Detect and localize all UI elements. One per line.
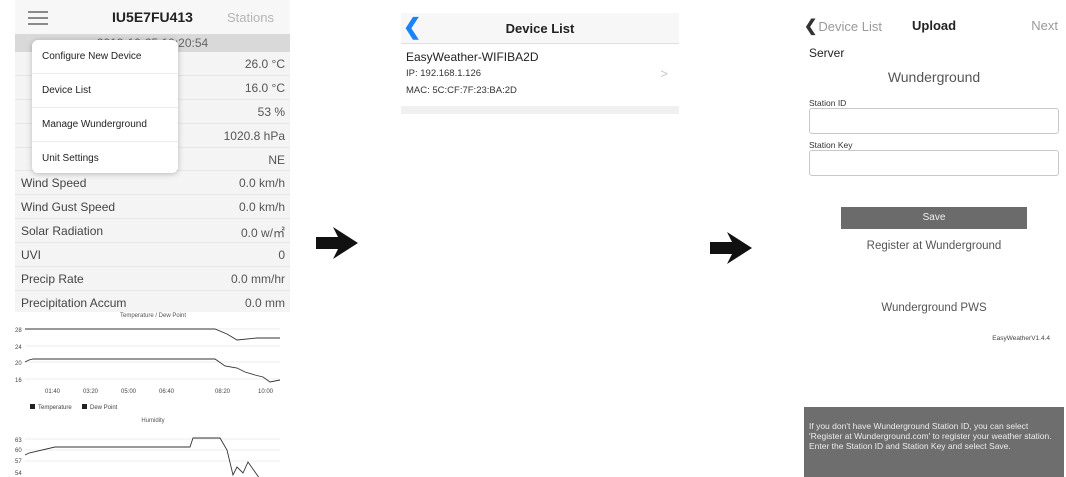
register-link[interactable]: Register at Wunderground [804, 240, 1064, 252]
x-tick-0140: 01:40 [45, 389, 61, 395]
legend-temperature: Temperature [38, 405, 72, 411]
x-tick-1000: 10:00 [258, 389, 274, 395]
x-tick-0500: 05:00 [121, 389, 137, 395]
server-selector[interactable]: Wunderground [804, 69, 1064, 85]
device-list-screen: ❮ Device List EasyWeather-WIFIBA2D IP: 1… [401, 13, 679, 114]
reading-row: UVI 0 [15, 243, 290, 268]
reading-row: Solar Radiation 0.0 w/㎡ [15, 219, 290, 244]
x-tick-0640: 06:40 [159, 389, 175, 395]
station-id-label: Station ID [809, 98, 847, 108]
reading-row: Precip Rate 0.0 mm/hr [15, 267, 290, 291]
page-title: Upload [912, 18, 957, 33]
weather-dashboard-screen: IU5E7FU413 Stations 2019-10-25 10:20:54 … [15, 0, 290, 477]
reading-value: 0.0 mm/hr [230, 272, 285, 287]
y-tick-28: 28 [15, 328, 22, 334]
next-button[interactable]: Next [1031, 18, 1058, 33]
nav-bar: ❮Device List Upload Next [804, 13, 1064, 43]
reading-row: Wind Speed 0.0 km/h [15, 171, 290, 196]
temperature-dewpoint-chart: Temperature / Dew Point 28 24 20 16 01:4… [15, 312, 290, 417]
menu-item-configure-new-device[interactable]: Configure New Device [32, 40, 178, 74]
chevron-left-icon: ❮ [804, 18, 818, 35]
device-mac: MAC: 5C:CF:7F:23:BA:2D [406, 85, 517, 96]
reading-value: 0.0 mm [244, 295, 285, 310]
humidity-chart: Humidity 63 60 57 54 [15, 417, 290, 477]
dropdown-menu: Configure New Device Device List Manage … [32, 40, 178, 173]
chevron-right-icon: > [660, 66, 668, 81]
upload-settings-screen: ❮Device List Upload Next Server Wundergr… [804, 13, 1064, 477]
reading-value: 0.0 w/㎡ [240, 226, 285, 241]
reading-value: 0 [278, 248, 285, 263]
y-tick-63: 63 [15, 438, 22, 444]
device-list-item[interactable]: EasyWeather-WIFIBA2D IP: 192.168.1.126 M… [401, 44, 679, 106]
arrow-right-icon [316, 227, 358, 259]
reading-value: 16.0 °C [244, 80, 285, 95]
legend-swatch-temperature [30, 404, 35, 409]
menu-item-device-list[interactable]: Device List [32, 74, 178, 108]
device-name: EasyWeather-WIFIBA2D [406, 50, 539, 64]
nav-bar: ❮ Device List [401, 13, 679, 44]
stations-button[interactable]: Stations [227, 10, 274, 25]
y-tick-20: 20 [15, 361, 22, 367]
humidity-series-line [24, 437, 260, 477]
y-tick-60: 60 [15, 448, 22, 454]
arrow-right-icon [710, 232, 752, 264]
app-version: EasyWeatherV1.4.4 [992, 335, 1050, 342]
reading-value: NE [268, 152, 285, 167]
y-tick-24: 24 [15, 345, 22, 351]
reading-label: UVI [21, 248, 42, 263]
dewpoint-series-line [24, 358, 281, 383]
reading-label: Precipitation Accum [21, 295, 127, 310]
server-label: Server [809, 46, 845, 60]
menu-item-manage-wunderground[interactable]: Manage Wunderground [32, 108, 178, 142]
reading-value: 0.0 km/h [238, 176, 285, 191]
reading-value: 53 % [257, 104, 285, 119]
reading-value: 1020.8 hPa [223, 128, 285, 143]
wunderground-pws-link[interactable]: Wunderground PWS [804, 302, 1064, 314]
legend-swatch-dewpoint [82, 404, 87, 409]
reading-label: Solar Radiation [21, 224, 104, 239]
y-tick-54: 54 [15, 471, 22, 477]
help-text: If you don't have Wunderground Station I… [809, 421, 1052, 451]
save-button[interactable]: Save [841, 207, 1027, 229]
reading-label: Precip Rate [21, 272, 84, 287]
reading-value: 0.0 km/h [238, 200, 285, 215]
reading-row: Wind Gust Speed 0.0 km/h [15, 195, 290, 220]
legend-dewpoint: Dew Point [90, 405, 118, 411]
back-button[interactable]: ❮Device List [804, 16, 882, 36]
station-id-input[interactable] [809, 108, 1059, 134]
chart-title: Humidity [141, 418, 164, 424]
chart-title: Temperature / Dew Point [120, 313, 186, 319]
reading-value: 26.0 °C [244, 57, 285, 71]
menu-item-unit-settings[interactable]: Unit Settings [32, 142, 178, 175]
y-tick-57: 57 [15, 459, 22, 465]
top-nav-bar: IU5E7FU413 Stations [15, 0, 290, 35]
temperature-series-line [25, 328, 280, 341]
page-title: Device List [505, 21, 575, 36]
reading-label: Wind Gust Speed [21, 200, 116, 215]
x-tick-0320: 03:20 [83, 389, 99, 395]
station-key-label: Station Key [809, 140, 853, 150]
list-footer-divider [401, 106, 679, 114]
back-label: Device List [818, 19, 882, 34]
y-tick-16: 16 [15, 378, 22, 384]
x-tick-0820: 08:20 [215, 389, 231, 395]
device-ip: IP: 192.168.1.126 [406, 68, 482, 79]
help-banner: If you don't have Wunderground Station I… [804, 407, 1064, 477]
reading-label: Wind Speed [21, 176, 87, 191]
station-key-input[interactable] [809, 150, 1059, 176]
